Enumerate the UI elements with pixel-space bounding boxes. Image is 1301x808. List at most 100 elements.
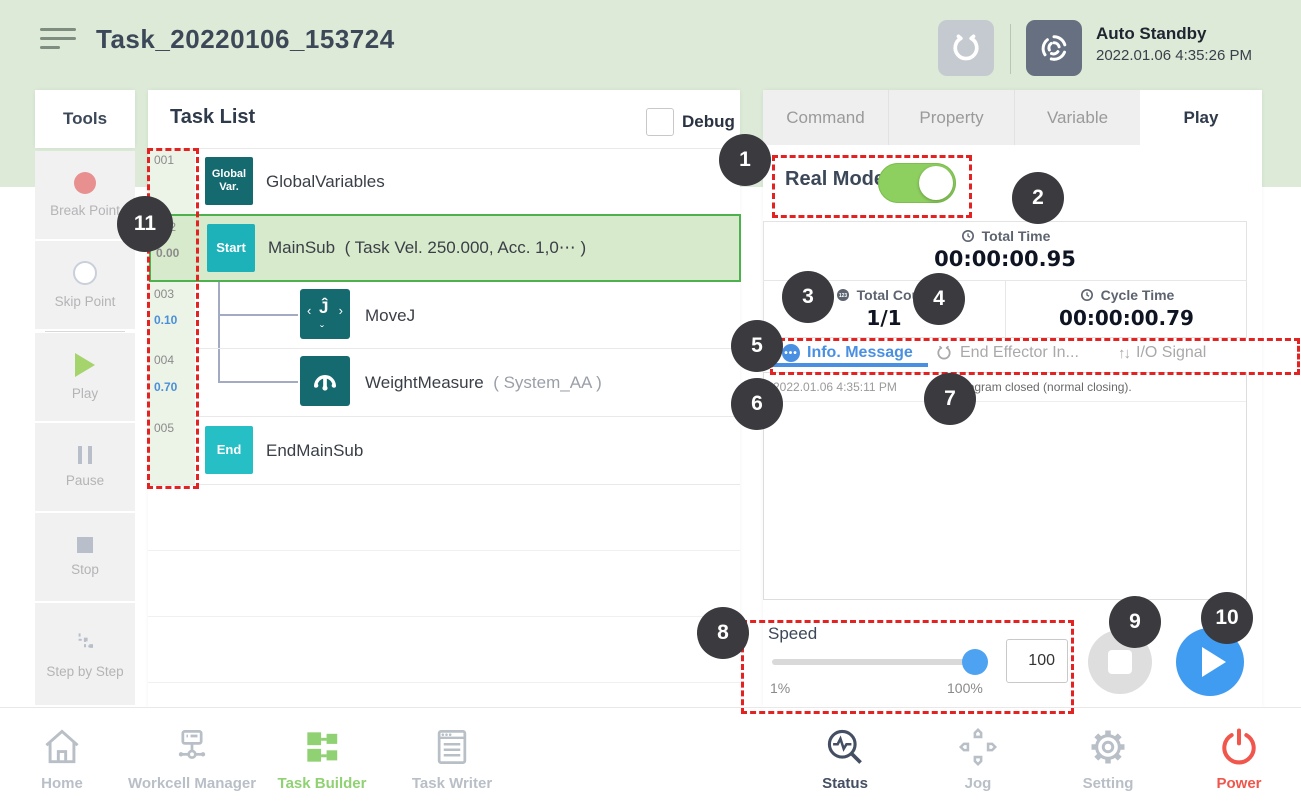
log-row: 2022.01.06 4:35:11 PM [1.2] Program clos…	[764, 373, 1246, 402]
play-tool-button[interactable]: Play	[35, 333, 135, 421]
tab-property[interactable]: Property	[889, 90, 1015, 145]
hamburger-icon	[40, 28, 76, 49]
robot-state-label: Auto Standby	[1096, 24, 1207, 44]
annotation-rect-message-tabs	[770, 338, 1300, 375]
debug-checkbox[interactable]	[646, 108, 674, 136]
callout-8: 8	[697, 607, 749, 659]
end-badge: End	[205, 426, 253, 474]
task-row-globalvariables[interactable]: 001 GlobalVar. GlobalVariables	[148, 148, 740, 214]
setting-icon	[1086, 725, 1130, 769]
callout-4: 4	[913, 273, 965, 325]
nav-task-writer[interactable]: Task Writer	[392, 725, 512, 792]
header-divider	[1010, 24, 1011, 74]
total-time-header: Total Time	[763, 228, 1247, 244]
task-detail: ( System_AA )	[493, 373, 602, 392]
play-icon	[75, 353, 95, 377]
task-name: WeightMeasure ( System_AA )	[365, 373, 602, 393]
nav-task-builder[interactable]: Task Builder	[262, 725, 382, 792]
menu-button[interactable]	[40, 28, 76, 49]
task-builder-icon	[300, 725, 344, 769]
step-by-step-icon	[72, 629, 98, 655]
robot-state-time: 2022.01.06 4:35:26 PM	[1096, 47, 1252, 64]
status-icon	[823, 725, 867, 769]
callout-1: 1	[719, 134, 771, 186]
pause-button[interactable]: Pause	[35, 423, 135, 511]
total-time-value: 00:00:00.95	[763, 247, 1247, 271]
nav-jog[interactable]: Jog	[918, 725, 1038, 792]
task-list-title: Task List	[170, 106, 255, 129]
skip-point-button[interactable]: Skip Point	[35, 241, 135, 329]
cycle-time-header: Cycle Time	[1006, 287, 1247, 303]
task-detail: ( Task Vel. 250.000, Acc. 1,0⋯ )	[345, 238, 587, 257]
callout-5: 5	[731, 320, 783, 372]
home-icon	[40, 725, 84, 769]
task-name: MoveJ	[365, 306, 415, 326]
callout-3: 3	[782, 271, 834, 323]
nav-status[interactable]: Status	[785, 725, 905, 792]
start-badge: Start	[207, 224, 255, 272]
row-divider	[148, 484, 740, 485]
task-name: EndMainSub	[266, 441, 363, 461]
tab-play[interactable]: Play	[1140, 90, 1262, 145]
skip-point-label: Skip Point	[55, 294, 116, 309]
message-list[interactable]: 2022.01.06 4:35:11 PM [1.2] Program clos…	[763, 372, 1247, 600]
tools-divider	[45, 331, 125, 332]
callout-10: 10	[1201, 592, 1253, 644]
skip-point-icon	[73, 261, 97, 285]
swirl-icon	[1036, 30, 1072, 66]
stop-icon	[1108, 650, 1132, 674]
clock-icon	[960, 228, 976, 244]
movej-icon: Ĵ ‹ › ˇ	[300, 289, 350, 339]
pause-icon	[78, 446, 92, 464]
annotation-rect-speed	[741, 620, 1074, 714]
nav-power[interactable]: Power	[1179, 725, 1299, 792]
tab-command[interactable]: Command	[763, 90, 889, 145]
stop-icon	[77, 537, 93, 553]
tools-title: Tools	[63, 109, 107, 129]
cycle-time-value: 00:00:00.79	[1006, 306, 1247, 330]
task-row-weightmeasure[interactable]: 004 0.70 WeightMeasure ( System_AA )	[148, 348, 740, 416]
task-row-movej[interactable]: 003 0.10 Ĵ ‹ › ˇ MoveJ	[148, 282, 740, 348]
robot-state-button[interactable]	[1026, 20, 1082, 76]
clock-icon	[1079, 287, 1095, 303]
count-icon: 123	[835, 287, 851, 303]
end-effector-button[interactable]	[938, 20, 994, 76]
callout-6: 6	[731, 378, 783, 430]
step-by-step-button[interactable]: Step by Step	[35, 603, 135, 705]
task-row-endmainsub[interactable]: 005 End EndMainSub	[148, 416, 740, 484]
nav-setting[interactable]: Setting	[1048, 725, 1168, 792]
task-row-mainsub-selected[interactable]: 002 0.00 Start MainSub ( Task Vel. 250.0…	[149, 214, 741, 282]
jog-icon	[956, 725, 1000, 769]
step-by-step-label: Step by Step	[46, 664, 123, 679]
pause-label: Pause	[66, 473, 104, 488]
tools-header: Tools	[35, 90, 135, 148]
gripper-icon	[949, 31, 983, 65]
stop-tool-label: Stop	[71, 562, 99, 577]
debug-label: Debug	[682, 112, 735, 132]
callout-9: 9	[1109, 596, 1161, 648]
global-var-badge: GlobalVar.	[205, 157, 253, 205]
nav-workcell-manager[interactable]: Workcell Manager	[132, 725, 252, 792]
task-name: MainSub ( Task Vel. 250.000, Acc. 1,0⋯ )	[268, 238, 586, 258]
log-time: 2022.01.06 4:35:11 PM	[773, 380, 897, 394]
tab-variable[interactable]: Variable	[1015, 90, 1140, 145]
page-title: Task_20220106_153724	[96, 24, 395, 55]
callout-2: 2	[1012, 172, 1064, 224]
task-writer-icon	[430, 725, 474, 769]
teach-pendant-screen: Task_20220106_153724 Auto Standby 2022.0…	[0, 0, 1301, 808]
callout-11: 11	[117, 196, 173, 252]
power-icon	[1217, 725, 1261, 769]
svg-text:123: 123	[838, 293, 847, 299]
row-divider	[148, 616, 740, 617]
workcell-manager-icon	[170, 725, 214, 769]
annotation-rect-real-mode	[772, 155, 972, 218]
nav-home[interactable]: Home	[2, 725, 122, 792]
callout-7: 7	[924, 373, 976, 425]
stop-tool-button[interactable]: Stop	[35, 513, 135, 601]
break-point-icon	[74, 172, 96, 194]
weight-measure-icon	[300, 356, 350, 406]
play-tool-label: Play	[72, 386, 98, 401]
break-point-label: Break Point	[50, 203, 120, 218]
row-divider	[148, 550, 740, 551]
row-divider	[148, 682, 740, 683]
